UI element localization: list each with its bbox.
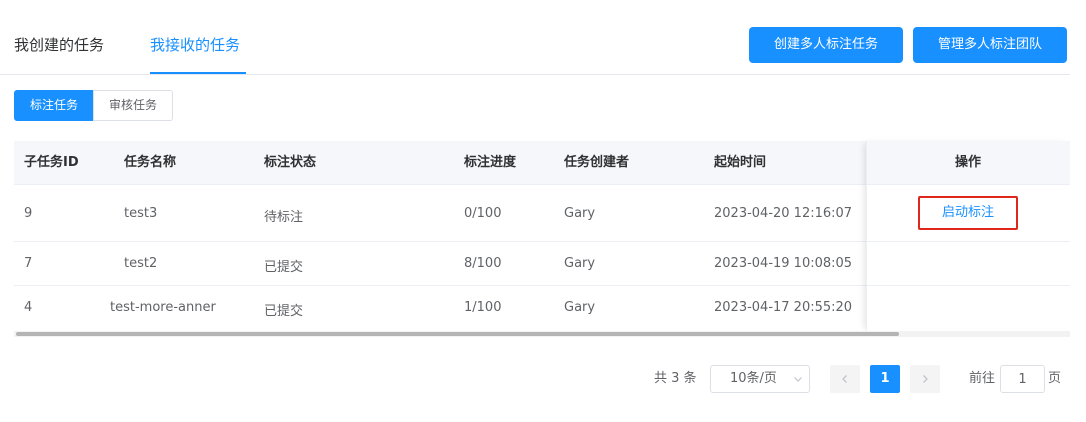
col-header-operation: 操作 xyxy=(954,155,981,170)
cell-annotation-progress: 1/100 xyxy=(464,300,502,315)
pagination-total: 共 3 条 xyxy=(654,371,697,386)
cell-task-creator: Gary xyxy=(564,256,596,271)
cell-annotation-status: 已提交 xyxy=(264,304,304,319)
page-unit-label: 页 xyxy=(1048,371,1062,386)
col-header-annotation-progress: 标注进度 xyxy=(464,155,517,170)
col-header-subtask-id: 子任务ID xyxy=(24,155,79,170)
cell-annotation-progress: 0/100 xyxy=(464,206,502,221)
create-multi-annotation-task-button[interactable]: 创建多人标注任务 xyxy=(749,27,903,63)
page: 我创建的任务 我接收的任务 创建多人标注任务 管理多人标注团队 标注任务 审核任… xyxy=(0,0,1086,422)
cell-annotation-progress: 8/100 xyxy=(464,256,502,271)
cell-subtask-id: 7 xyxy=(24,256,33,271)
page-size-select[interactable]: 10条/页 xyxy=(710,365,810,393)
chevron-right-icon xyxy=(923,375,928,383)
cell-annotation-status: 已提交 xyxy=(264,260,304,275)
segment-review-tasks[interactable]: 审核任务 xyxy=(93,90,173,121)
task-tabs: 我创建的任务 我接收的任务 xyxy=(0,18,1070,75)
cell-task-name: test3 xyxy=(124,206,158,221)
segment-annotation-tasks[interactable]: 标注任务 xyxy=(14,90,94,121)
prev-page-button[interactable] xyxy=(830,365,860,393)
goto-label: 前往 xyxy=(969,371,996,386)
page-size-value: 10条/页 xyxy=(730,371,777,386)
cell-start-time: 2023-04-17 20:55:20 xyxy=(714,300,853,315)
tab-my-received-tasks[interactable]: 我接收的任务 xyxy=(150,18,240,74)
chevron-left-icon xyxy=(842,375,847,383)
task-table: 子任务ID 任务名称 标注状态 标注进度 任务创建者 起始时间 9 test3 … xyxy=(14,141,1070,337)
col-header-start-time: 起始时间 xyxy=(714,155,767,170)
col-header-annotation-status: 标注状态 xyxy=(264,155,317,170)
current-page-button[interactable]: 1 xyxy=(870,365,900,393)
cell-task-name: test-more-anner xyxy=(110,300,216,315)
cell-subtask-id: 4 xyxy=(24,300,33,315)
cell-task-creator: Gary xyxy=(564,300,596,315)
start-annotation-link[interactable]: 启动标注 xyxy=(918,196,1018,230)
goto-page-input[interactable] xyxy=(1000,365,1045,393)
manage-annotation-team-button[interactable]: 管理多人标注团队 xyxy=(913,27,1067,63)
next-page-button[interactable] xyxy=(910,365,940,393)
cell-task-creator: Gary xyxy=(564,206,596,221)
tab-my-created-tasks[interactable]: 我创建的任务 xyxy=(14,18,104,74)
cell-task-name: test2 xyxy=(124,256,158,271)
col-header-task-creator: 任务创建者 xyxy=(564,155,630,170)
cell-start-time: 2023-04-20 12:16:07 xyxy=(714,206,853,221)
active-tab-indicator xyxy=(150,72,246,74)
cell-start-time: 2023-04-19 10:08:05 xyxy=(714,256,853,271)
cell-subtask-id: 9 xyxy=(24,206,33,221)
chevron-down-icon xyxy=(794,377,802,382)
cell-annotation-status: 待标注 xyxy=(264,210,304,225)
col-header-task-name: 任务名称 xyxy=(124,155,177,170)
scrollbar-thumb[interactable] xyxy=(16,332,899,336)
